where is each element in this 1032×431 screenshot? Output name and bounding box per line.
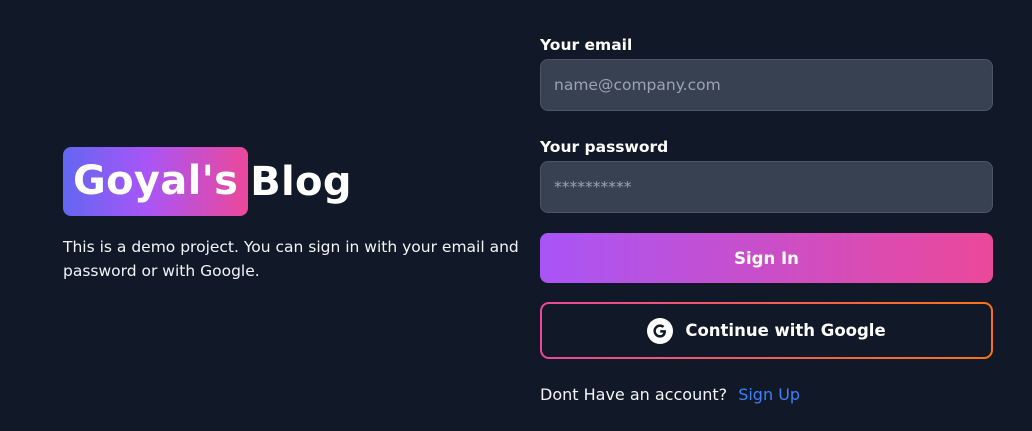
continue-with-google-button[interactable]: Continue with Google [542,304,991,357]
google-icon [647,317,674,344]
google-button-label: Continue with Google [685,321,886,340]
sign-in-page: Goyal's Blog This is a demo project. You… [0,0,1032,431]
email-field[interactable] [540,59,993,111]
signup-row: Dont Have an account? Sign Up [540,383,993,407]
google-button-border: Continue with Google [540,302,993,359]
signup-prompt: Dont Have an account? [540,385,728,404]
sign-up-link[interactable]: Sign Up [738,385,800,404]
sign-in-button[interactable]: Sign In [540,233,993,283]
sign-in-form: Your email Your password Sign In Continu… [540,34,993,407]
blog-logo: Goyal's Blog [63,147,523,216]
password-field[interactable] [540,161,993,213]
logo-word: Blog [250,158,352,205]
email-label: Your email [540,36,633,54]
tagline: This is a demo project. You can sign in … [63,238,519,280]
brand-section: Goyal's Blog This is a demo project. You… [63,147,523,283]
password-label: Your password [540,138,669,156]
logo-highlight: Goyal's [63,147,249,216]
